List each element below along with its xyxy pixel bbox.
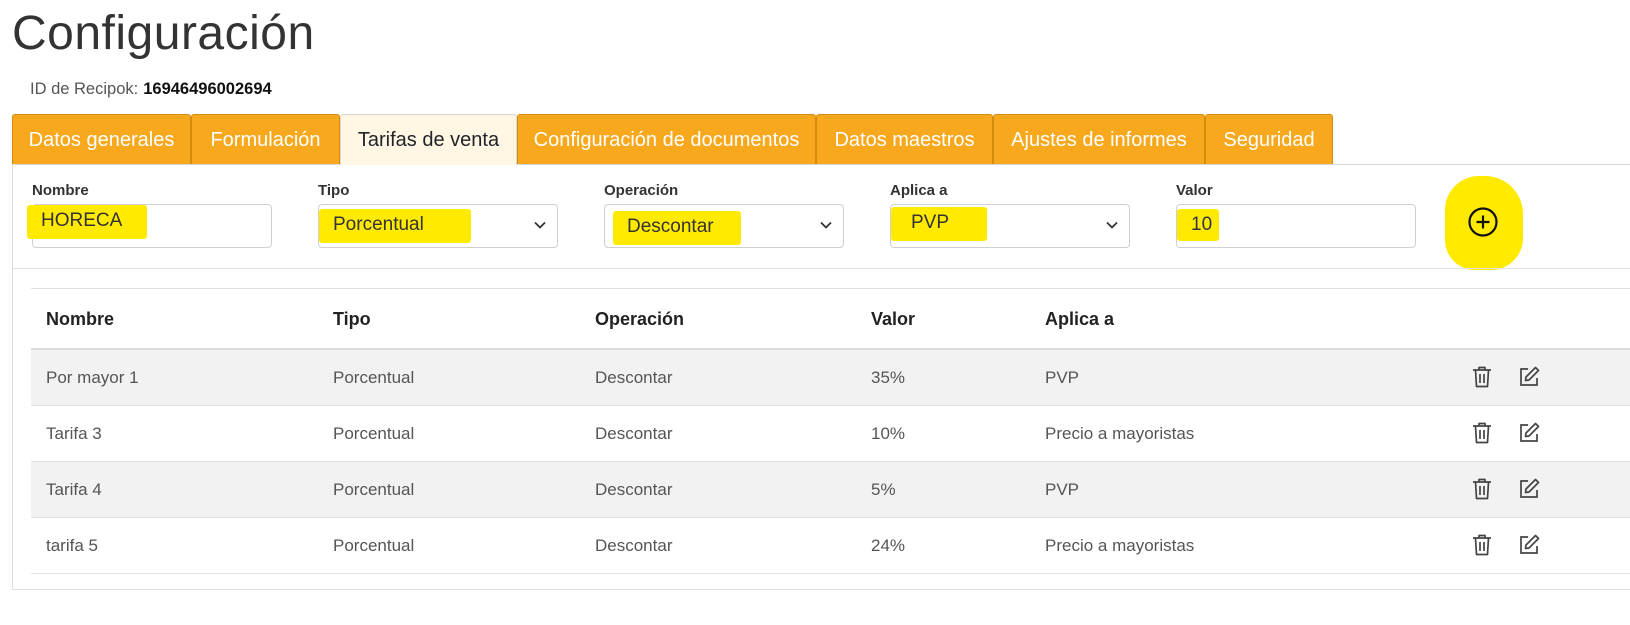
chevron-down-icon (1106, 221, 1118, 229)
operacion-select-value: Descontar (613, 211, 741, 245)
tab-datos-maestros[interactable]: Datos maestros (816, 114, 993, 164)
tarifas-table: Nombre Tipo Operación Valor Aplica a Por… (31, 288, 1630, 574)
tab-ajustes-de-informes[interactable]: Ajustes de informes (993, 114, 1205, 164)
tab-datos-generales[interactable]: Datos generales (12, 114, 191, 164)
tarifas-panel: Nombre HORECA Tipo Porcentual Operación … (12, 164, 1630, 590)
recipok-id-label: ID de Recipok: (30, 80, 139, 98)
plus-circle-icon (1468, 207, 1498, 237)
column-header-tipo: Tipo (333, 309, 371, 329)
edit-icon[interactable] (1517, 421, 1541, 445)
cell-aplica-a: PVP (1045, 480, 1080, 499)
aplica-select[interactable]: PVP (890, 204, 1130, 248)
tab-configuracion-de-documentos[interactable]: Configuración de documentos (517, 114, 816, 164)
add-tarifa-button[interactable] (1445, 176, 1523, 270)
edit-icon[interactable] (1517, 533, 1541, 557)
operacion-select[interactable]: Descontar (604, 204, 844, 248)
cell-tipo: Porcentual (333, 424, 415, 443)
column-header-nombre: Nombre (46, 309, 115, 329)
cell-nombre: tarifa 5 (46, 536, 98, 555)
cell-nombre: Por mayor 1 (46, 368, 139, 387)
page-title: Configuración (12, 7, 315, 60)
form-divider (13, 268, 1630, 269)
cell-tipo: Porcentual (333, 536, 415, 555)
trash-icon[interactable] (1471, 533, 1493, 557)
cell-nombre: Tarifa 4 (46, 480, 102, 499)
valor-input[interactable]: 10 (1176, 204, 1416, 248)
tipo-select-value: Porcentual (319, 209, 471, 243)
cell-aplica-a: Precio a mayoristas (1045, 424, 1195, 443)
operacion-label: Operación (604, 182, 679, 199)
cell-operacion: Descontar (595, 424, 673, 443)
chevron-down-icon (534, 221, 546, 229)
valor-input-value: 10 (1177, 209, 1219, 241)
table-row: Tarifa 4 Porcentual Descontar 5% PVP (31, 462, 1630, 518)
tipo-select[interactable]: Porcentual (318, 204, 558, 248)
cell-aplica-a: PVP (1045, 368, 1080, 387)
nombre-input[interactable]: HORECA (27, 204, 272, 248)
tab-bar: Datos generales Formulación Tarifas de v… (12, 114, 1630, 165)
recipok-id: ID de Recipok: 16946496002694 (30, 80, 272, 99)
nombre-label: Nombre (32, 182, 89, 199)
cell-valor: 10% (871, 424, 906, 443)
cell-tipo: Porcentual (333, 368, 415, 387)
cell-aplica-a: Precio a mayoristas (1045, 536, 1195, 555)
tab-tarifas-de-venta[interactable]: Tarifas de venta (340, 114, 517, 165)
table-header: Nombre Tipo Operación Valor Aplica a (31, 288, 1630, 350)
cell-operacion: Descontar (595, 536, 673, 555)
tab-seguridad[interactable]: Seguridad (1205, 114, 1333, 164)
column-header-valor: Valor (871, 309, 916, 329)
column-header-aplica-a: Aplica a (1045, 309, 1115, 329)
cell-nombre: Tarifa 3 (46, 424, 102, 443)
valor-label: Valor (1176, 182, 1213, 199)
chevron-down-icon (820, 221, 832, 229)
edit-icon[interactable] (1517, 365, 1541, 389)
cell-operacion: Descontar (595, 480, 673, 499)
cell-valor: 35% (871, 368, 906, 387)
edit-icon[interactable] (1517, 477, 1541, 501)
tipo-label: Tipo (318, 182, 350, 199)
aplica-select-value: PVP (891, 207, 987, 241)
aplica-label: Aplica a (890, 182, 948, 199)
nombre-input-value: HORECA (27, 205, 147, 239)
recipok-id-value: 16946496002694 (143, 80, 272, 98)
table-row: Por mayor 1 Porcentual Descontar 35% PVP (31, 350, 1630, 406)
trash-icon[interactable] (1471, 365, 1493, 389)
cell-operacion: Descontar (595, 368, 673, 387)
column-header-operacion: Operación (595, 309, 685, 329)
trash-icon[interactable] (1471, 477, 1493, 501)
table-row: Tarifa 3 Porcentual Descontar 10% Precio… (31, 406, 1630, 462)
cell-valor: 24% (871, 536, 906, 555)
cell-valor: 5% (871, 480, 896, 499)
tab-formulacion[interactable]: Formulación (191, 114, 340, 164)
table-row: tarifa 5 Porcentual Descontar 24% Precio… (31, 518, 1630, 574)
cell-tipo: Porcentual (333, 480, 415, 499)
trash-icon[interactable] (1471, 421, 1493, 445)
